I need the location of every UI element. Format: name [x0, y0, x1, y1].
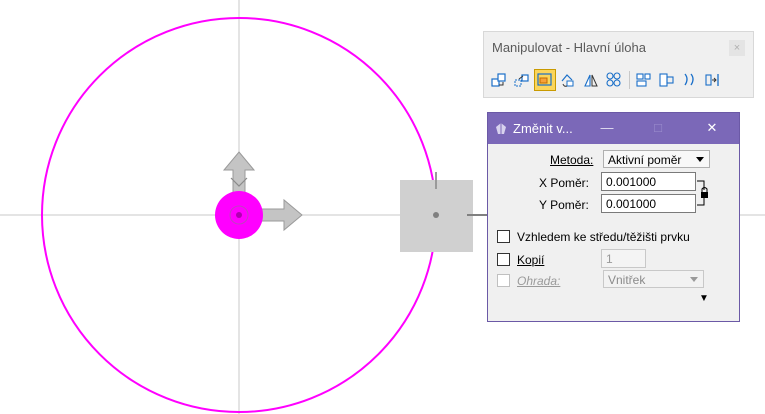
- method-label: Metoda:: [550, 153, 594, 167]
- about-center-label: Vzhledem ke středu/těžišti prvku: [517, 230, 690, 244]
- array-tool-icon: [606, 72, 621, 87]
- dialog-title: Změnit v...: [513, 121, 573, 136]
- toolbox-tools: [488, 68, 725, 92]
- center-point: [236, 212, 242, 218]
- copies-input[interactable]: 1: [601, 249, 646, 268]
- mirror-tool-button[interactable]: [580, 69, 602, 91]
- chevron-down-icon: [696, 157, 704, 162]
- scale-tool-button[interactable]: [534, 69, 556, 91]
- close-button[interactable]: ✕: [700, 117, 724, 139]
- scale-handle[interactable]: [400, 172, 487, 252]
- copy-tool-button[interactable]: [488, 69, 510, 91]
- about-center-checkbox[interactable]: [497, 230, 510, 243]
- move-to-contact-tool-button[interactable]: [702, 69, 724, 91]
- spin-tool-icon: [684, 73, 694, 86]
- array-tool-button[interactable]: [603, 69, 625, 91]
- toolbox-title: Manipulovat - Hlavní úloha: [492, 40, 646, 55]
- scale-dialog: Změnit v... — □ ✕ Metoda: Aktivní poměr …: [487, 112, 740, 322]
- method-value: Aktivní poměr: [608, 153, 682, 167]
- y-ratio-label: Y Poměr:: [539, 198, 589, 212]
- fence-label: Ohrada:: [517, 274, 561, 288]
- chevron-down-icon: [690, 277, 698, 282]
- x-ratio-label: X Poměr:: [539, 176, 590, 190]
- align-edges-tool-icon: [636, 73, 651, 87]
- method-select[interactable]: Aktivní poměr: [603, 150, 710, 168]
- rotate-tool-button[interactable]: [557, 69, 579, 91]
- toolbar-separator: [629, 71, 630, 89]
- minimize-button[interactable]: —: [595, 117, 619, 139]
- lock-ratio-icon[interactable]: [696, 178, 710, 208]
- fence-checkbox[interactable]: [497, 274, 510, 287]
- fence-value: Vnitřek: [608, 273, 646, 287]
- handle-point: [433, 212, 439, 218]
- maximize-button[interactable]: □: [646, 117, 670, 139]
- align-edges-tool-button[interactable]: [633, 69, 655, 91]
- spin-tool-button[interactable]: [679, 69, 701, 91]
- move-tool-icon: [514, 74, 529, 87]
- stretch-tool-icon: [659, 73, 674, 87]
- mirror-tool-icon: [584, 74, 598, 87]
- manipulate-toolbox: Manipulovat - Hlavní úloha ×: [483, 31, 754, 98]
- copies-checkbox[interactable]: [497, 253, 510, 266]
- toolbox-close-button[interactable]: ×: [729, 40, 745, 56]
- fence-select[interactable]: Vnitřek: [603, 270, 704, 288]
- scale-tool-icon: [537, 73, 552, 86]
- stretch-tool-button[interactable]: [656, 69, 678, 91]
- expand-dialog-button[interactable]: ▼: [699, 293, 709, 304]
- copy-tool-icon: [491, 73, 506, 87]
- rotate-tool-icon: [561, 74, 574, 87]
- app-icon: [496, 123, 506, 134]
- move-tool-button[interactable]: [511, 69, 533, 91]
- y-ratio-input[interactable]: 0.001000: [601, 194, 696, 213]
- dialog-title-bar[interactable]: Změnit v... — □ ✕: [488, 113, 739, 144]
- x-ratio-input[interactable]: 0.001000: [601, 172, 696, 191]
- move-to-contact-tool-icon: [705, 74, 719, 86]
- copies-label: Kopií: [517, 253, 545, 267]
